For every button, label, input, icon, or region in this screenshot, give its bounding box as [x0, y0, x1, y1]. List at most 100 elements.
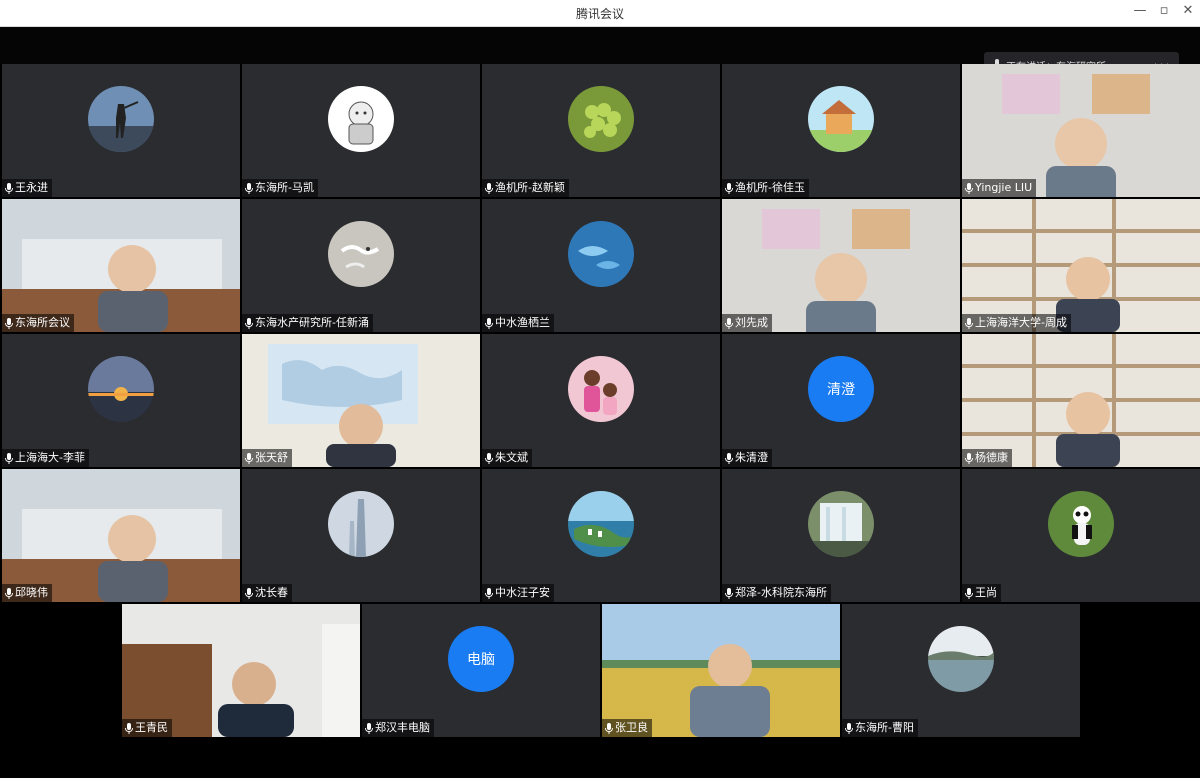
participant-name-label: 王青民 — [122, 719, 172, 737]
participant-name-label: 邱晓伟 — [2, 584, 52, 602]
participant-tile[interactable]: 郑泽-水科院东海所 — [722, 469, 960, 602]
avatar — [328, 221, 394, 287]
participant-name: 郑泽-水科院东海所 — [735, 586, 827, 599]
participant-name-label: 渔机所-赵新颖 — [482, 179, 569, 197]
participant-tile[interactable]: 朱文斌 — [482, 334, 720, 467]
participant-name: 王尚 — [975, 586, 997, 599]
participant-tile[interactable]: 上海海洋大学-周成 — [962, 199, 1200, 332]
mic-icon — [5, 317, 13, 329]
video-grid: 王永进 东海所-马凯 渔机所-赵新颖 渔机所-徐佳玉 Yingjie LIU 东海所会议东… — [0, 64, 1200, 778]
avatar — [1048, 491, 1114, 557]
avatar — [568, 491, 634, 557]
video-feed — [2, 199, 240, 332]
participant-name: 邱晓伟 — [15, 586, 48, 599]
mic-icon — [725, 587, 733, 599]
video-feed — [122, 604, 360, 737]
participant-tile[interactable]: 渔机所-赵新颖 — [482, 64, 720, 197]
avatar — [568, 86, 634, 152]
participant-name: Yingjie LIU — [975, 181, 1033, 194]
participant-name: 张天舒 — [255, 451, 288, 464]
avatar-initials: 电脑 — [448, 626, 514, 692]
participant-name-label: 渔机所-徐佳玉 — [722, 179, 809, 197]
mic-icon — [965, 587, 973, 599]
participant-tile[interactable]: 东海所会议 — [2, 199, 240, 332]
participant-name: 沈长春 — [255, 586, 288, 599]
window-title: 腾讯会议 — [575, 7, 624, 21]
avatar — [928, 626, 994, 692]
avatar — [568, 356, 634, 422]
participant-name-label: 上海海洋大学-周成 — [962, 314, 1071, 332]
avatar-initials: 清澄 — [808, 356, 874, 422]
mic-icon — [245, 452, 253, 464]
participant-name: 上海海洋大学-周成 — [975, 316, 1067, 329]
participant-name: 王青民 — [135, 721, 168, 734]
participant-name-label: 杨德康 — [962, 449, 1012, 467]
participant-tile[interactable]: 王永进 — [2, 64, 240, 197]
participant-name-label: 东海所-马凯 — [242, 179, 318, 197]
participant-name-label: 朱文斌 — [482, 449, 532, 467]
participant-tile[interactable]: 渔机所-徐佳玉 — [722, 64, 960, 197]
close-button[interactable]: ✕ — [1178, 3, 1198, 18]
participant-tile[interactable]: 沈长春 — [242, 469, 480, 602]
participant-name: 张卫良 — [615, 721, 648, 734]
participant-name: 东海所-曹阳 — [855, 721, 914, 734]
mic-icon — [965, 452, 973, 464]
participant-tile[interactable]: Yingjie LIU — [962, 64, 1200, 197]
participant-name-label: 东海所会议 — [2, 314, 74, 332]
participant-name: 东海所-马凯 — [255, 181, 314, 194]
avatar — [568, 221, 634, 287]
participant-tile[interactable]: 电脑 郑汉丰电脑 — [362, 604, 600, 737]
participant-name-label: 东海水产研究所-任新涌 — [242, 314, 373, 332]
minimize-button[interactable]: — — [1130, 3, 1150, 18]
avatar — [88, 356, 154, 422]
participant-name: 刘先成 — [735, 316, 768, 329]
participant-name-label: 王尚 — [962, 584, 1001, 602]
participant-name: 中水渔栖兰 — [495, 316, 550, 329]
avatar — [328, 491, 394, 557]
participant-name-label: 朱清澄 — [722, 449, 772, 467]
mic-icon — [485, 317, 493, 329]
mic-icon — [5, 587, 13, 599]
avatar — [808, 86, 874, 152]
participant-name-label: 中水渔栖兰 — [482, 314, 554, 332]
video-feed — [962, 199, 1200, 332]
participant-tile[interactable]: 中水渔栖兰 — [482, 199, 720, 332]
video-feed — [962, 64, 1200, 197]
participant-name-label: 王永进 — [2, 179, 52, 197]
participant-name-label: 张天舒 — [242, 449, 292, 467]
participant-tile[interactable]: 张卫良 — [602, 604, 840, 737]
participant-tile[interactable]: 邱晓伟 — [2, 469, 240, 602]
participant-name: 渔机所-徐佳玉 — [735, 181, 805, 194]
participant-name: 王永进 — [15, 181, 48, 194]
participant-name: 东海所会议 — [15, 316, 70, 329]
participant-tile[interactable]: 张天舒 — [242, 334, 480, 467]
participant-tile[interactable]: 王青民 — [122, 604, 360, 737]
mic-icon — [485, 587, 493, 599]
participant-tile[interactable]: 清澄朱清澄 — [722, 334, 960, 467]
participant-name-label: 郑泽-水科院东海所 — [722, 584, 831, 602]
avatar — [88, 86, 154, 152]
mic-icon — [965, 182, 973, 194]
participant-name: 杨德康 — [975, 451, 1008, 464]
participant-name-label: Yingjie LIU — [962, 179, 1037, 197]
restore-button[interactable]: ▫ — [1154, 3, 1174, 18]
participant-name: 朱清澄 — [735, 451, 768, 464]
mic-icon — [125, 722, 133, 734]
participant-tile[interactable]: 杨德康 — [962, 334, 1200, 467]
participant-tile[interactable]: 东海所-马凯 — [242, 64, 480, 197]
participant-tile[interactable]: 东海所-曹阳 — [842, 604, 1080, 737]
mic-icon — [485, 452, 493, 464]
participant-name: 朱文斌 — [495, 451, 528, 464]
participant-tile[interactable]: 刘先成 — [722, 199, 960, 332]
participant-tile[interactable]: 王尚 — [962, 469, 1200, 602]
participant-name-label: 东海所-曹阳 — [842, 719, 918, 737]
mic-icon — [5, 182, 13, 194]
participant-tile[interactable]: 中水汪子安 — [482, 469, 720, 602]
participant-tile[interactable]: 东海水产研究所-任新涌 — [242, 199, 480, 332]
mic-icon — [845, 722, 853, 734]
participant-tile[interactable]: 上海海大-李菲 — [2, 334, 240, 467]
mic-icon — [5, 452, 13, 464]
participant-name-label: 刘先成 — [722, 314, 772, 332]
mic-icon — [365, 722, 373, 734]
mic-icon — [725, 452, 733, 464]
